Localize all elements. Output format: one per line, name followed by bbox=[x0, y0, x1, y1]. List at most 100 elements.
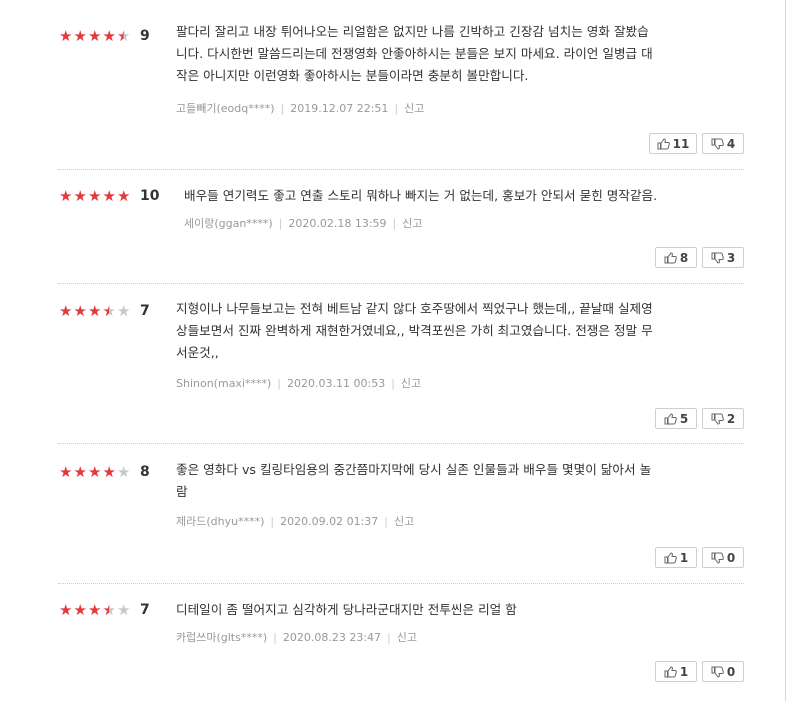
star-icon: ★ bbox=[59, 601, 72, 619]
vote-buttons: 8 3 bbox=[655, 247, 744, 268]
vote-buttons: 1 0 bbox=[655, 547, 744, 568]
review-meta: 카럽쓰마(glts****) | 2020.08.23 23:47 | 신고 bbox=[176, 631, 418, 644]
like-button[interactable]: 11 bbox=[649, 133, 697, 154]
review-score: 7 bbox=[140, 602, 150, 618]
dislike-button[interactable]: 2 bbox=[702, 408, 744, 429]
star-icon: ★ bbox=[59, 302, 72, 320]
star-icon: ★ bbox=[88, 27, 101, 45]
star-rating: ★ ★ ★ ★ ★ bbox=[58, 303, 131, 319]
review-date: 2020.08.23 23:47 bbox=[282, 631, 382, 644]
review-text-line: 좋은 영화다 vs 킬링타임용의 중간쯤마지막에 당시 실존 인물들과 배우들 … bbox=[176, 462, 652, 477]
dislike-button[interactable]: 3 bbox=[702, 247, 744, 268]
review-item: ★ ★ ★ ★ ★ 7 지형이나 나무들보고는 전혀 베트남 같지 않다 호주땅에서 찍… bbox=[58, 301, 744, 433]
review-item: ★ ★ ★ ★ ★ 8 좋은 영화다 vs 킬링타임용의 중간쯤마지막에 당시 실존 인… bbox=[58, 462, 744, 574]
star-icon: ★ bbox=[102, 463, 116, 481]
report-link[interactable]: 신고 bbox=[397, 631, 417, 644]
author-link[interactable]: 고들빼기(eodq****) bbox=[176, 102, 275, 115]
like-count: 5 bbox=[679, 411, 689, 426]
review-text-line: 지형이나 나무들보고는 전혀 베트남 같지 않다 호주땅에서 찍었구나 했는데,… bbox=[176, 301, 653, 316]
dislike-button[interactable]: 4 bbox=[702, 133, 744, 154]
review-date: 2019.12.07 22:51 bbox=[290, 102, 389, 115]
review-score: 7 bbox=[140, 303, 150, 319]
star-icon: ★ bbox=[117, 187, 130, 205]
thumbs-up-icon bbox=[664, 551, 677, 563]
review-item: ★ ★ ★ ★ ★ 7 디테일이 좀 떨어지고 심각하게 당나라군대지만 전투씬은 리얼… bbox=[58, 602, 744, 692]
review-text-line: 디테일이 좀 떨어지고 심각하게 당나라군대지만 전투씬은 리얼 함 bbox=[176, 602, 517, 617]
dislike-count: 2 bbox=[726, 411, 736, 426]
thumbs-down-icon bbox=[711, 552, 724, 564]
star-icon: ★ bbox=[73, 187, 87, 205]
star-icon: ★ bbox=[102, 27, 116, 45]
vote-buttons: 1 0 bbox=[655, 661, 744, 682]
review-text-line: 팔다리 잘리고 내장 튀어나오는 리얼함은 없지만 나름 긴박하고 긴장감 넘치… bbox=[176, 24, 649, 39]
vote-buttons: 5 2 bbox=[655, 408, 744, 429]
dislike-button[interactable]: 0 bbox=[702, 547, 744, 568]
thumbs-up-icon bbox=[664, 665, 677, 677]
star-icon: ★ bbox=[73, 463, 87, 481]
author-link[interactable]: 제라드(dhyu****) bbox=[176, 515, 264, 528]
thumbs-down-icon bbox=[711, 666, 724, 678]
star-icon: ★ bbox=[117, 302, 130, 320]
review-date: 2020.09.02 01:37 bbox=[280, 515, 379, 528]
dislike-button[interactable]: 0 bbox=[702, 661, 744, 682]
review-date: 2020.02.18 13:59 bbox=[288, 217, 387, 230]
review-text: 배우들 연기력도 좋고 연출 스토리 뭐하나 빠지는 거 없는데, 홍보가 안되… bbox=[184, 185, 657, 207]
review-meta: 고들빼기(eodq****) | 2019.12.07 22:51 | 신고 bbox=[176, 102, 425, 115]
review-date: 2020.03.11 00:53 bbox=[287, 377, 386, 390]
author-link[interactable]: Shinon(maxi****) bbox=[176, 377, 271, 390]
review-divider bbox=[58, 169, 744, 170]
review-meta: 세이랑(ggan****) | 2020.02.18 13:59 | 신고 bbox=[184, 217, 423, 230]
star-icon: ★ bbox=[73, 302, 87, 320]
review-divider bbox=[58, 583, 744, 584]
like-count: 11 bbox=[672, 136, 690, 151]
report-link[interactable]: 신고 bbox=[402, 217, 422, 230]
thumbs-up-icon bbox=[664, 251, 677, 263]
star-rating: ★ ★ ★ ★ ★ bbox=[58, 28, 131, 44]
review-score: 8 bbox=[140, 464, 150, 480]
like-button[interactable]: 8 bbox=[655, 247, 697, 268]
star-rating: ★ ★ ★ ★ ★ bbox=[58, 188, 131, 204]
review-score: 10 bbox=[140, 188, 160, 204]
review-text: 좋은 영화다 vs 킬링타임용의 중간쯤마지막에 당시 실존 인물들과 배우들 … bbox=[176, 459, 651, 503]
review-divider bbox=[58, 283, 744, 284]
star-icon: ★ bbox=[88, 187, 101, 205]
star-icon: ★ bbox=[73, 27, 87, 45]
thumbs-down-icon bbox=[711, 138, 724, 150]
report-link[interactable]: 신고 bbox=[401, 377, 421, 390]
thumbs-down-icon bbox=[711, 252, 724, 264]
half-star-icon: ★ bbox=[102, 601, 116, 619]
review-item: ★ ★ ★ ★ ★ 9 팔다리 잘리고 내장 튀어나오는 리얼함은 없지만 나름 긴박하… bbox=[58, 24, 744, 158]
dislike-count: 3 bbox=[726, 250, 736, 265]
star-icon: ★ bbox=[88, 463, 101, 481]
like-count: 1 bbox=[679, 550, 689, 565]
like-button[interactable]: 1 bbox=[655, 661, 697, 682]
review-text-line: 작은 아니지만 이런영화 좋아하시는 분들이라면 충분히 볼만합니다. bbox=[176, 68, 529, 83]
like-count: 8 bbox=[679, 250, 689, 265]
thumbs-up-icon bbox=[664, 412, 677, 424]
like-count: 1 bbox=[679, 664, 689, 679]
like-button[interactable]: 1 bbox=[655, 547, 697, 568]
review-meta: 제라드(dhyu****) | 2020.09.02 01:37 | 신고 bbox=[176, 515, 415, 528]
star-icon: ★ bbox=[117, 463, 130, 481]
dislike-count: 4 bbox=[726, 136, 736, 151]
thumbs-up-icon bbox=[657, 137, 670, 149]
author-link[interactable]: 세이랑(ggan****) bbox=[184, 217, 273, 230]
star-icon: ★ bbox=[59, 187, 72, 205]
dislike-count: 0 bbox=[726, 664, 736, 679]
star-rating: ★ ★ ★ ★ ★ bbox=[58, 464, 131, 480]
report-link[interactable]: 신고 bbox=[394, 515, 414, 528]
author-link[interactable]: 카럽쓰마(glts****) bbox=[176, 631, 267, 644]
thumbs-down-icon bbox=[711, 413, 724, 425]
review-meta: Shinon(maxi****) | 2020.03.11 00:53 | 신고 bbox=[176, 377, 422, 390]
report-link[interactable]: 신고 bbox=[404, 102, 424, 115]
review-text-line: 배우들 연기력도 좋고 연출 스토리 뭐하나 빠지는 거 없는데, 홍보가 안되… bbox=[184, 188, 658, 203]
star-icon: ★ bbox=[59, 27, 72, 45]
vote-buttons: 11 4 bbox=[649, 133, 744, 154]
like-button[interactable]: 5 bbox=[655, 408, 697, 429]
review-text-line: 서운것,, bbox=[176, 345, 219, 360]
review-text-line: 람 bbox=[176, 484, 188, 499]
half-star-icon: ★ bbox=[102, 302, 116, 320]
review-text: 디테일이 좀 떨어지고 심각하게 당나라군대지만 전투씬은 리얼 함 bbox=[176, 599, 517, 621]
star-icon: ★ bbox=[102, 187, 116, 205]
review-divider bbox=[58, 443, 744, 444]
